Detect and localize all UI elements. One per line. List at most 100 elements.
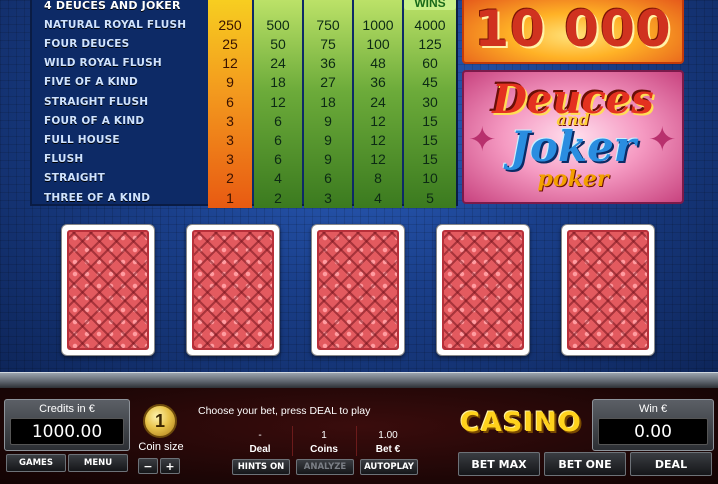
- deal-value: -: [258, 430, 262, 441]
- credits-label: Credits in €: [39, 403, 95, 415]
- payout-value: 750: [316, 16, 340, 33]
- deal-button[interactable]: DEAL: [630, 452, 712, 476]
- payout-value: 8: [374, 170, 382, 187]
- payout-value: 3: [226, 131, 234, 148]
- hand-name: WILD ROYAL FLUSH: [44, 57, 162, 70]
- payout-value: 500: [266, 16, 290, 33]
- payout-value: 4000: [414, 16, 446, 33]
- payout-value: 36: [320, 55, 336, 72]
- payout-value: 9: [324, 112, 332, 129]
- payout-value: 100: [366, 35, 390, 52]
- card-slot-3[interactable]: [311, 224, 405, 356]
- payout-value: 3: [324, 189, 332, 206]
- payout-value: 6: [274, 131, 282, 148]
- payout-value: 18: [320, 93, 336, 110]
- divider: [356, 426, 357, 456]
- payout-value: 9: [324, 131, 332, 148]
- payout-value: 2: [226, 170, 234, 187]
- jackpot-value: 10 000: [474, 0, 672, 58]
- credits-display: 1000.00: [10, 418, 124, 445]
- payout-value: 30: [422, 93, 438, 110]
- bet-label: Bet €: [375, 444, 401, 455]
- payout-value: 250: [218, 16, 242, 33]
- payout-value: 3: [226, 112, 234, 129]
- card-back: [192, 230, 274, 350]
- coin-size-decrease-button[interactable]: −: [138, 458, 158, 474]
- bet-one-button[interactable]: BET ONE: [544, 452, 626, 476]
- coins-label: Coins: [310, 444, 338, 455]
- payout-value: 6: [226, 93, 234, 110]
- hand-name: STRAIGHT FLUSH: [44, 95, 149, 108]
- payout-value: 36: [370, 74, 386, 91]
- payout-value: 9: [324, 151, 332, 168]
- payout-value: 1000: [362, 16, 394, 33]
- coin-size-label: Coin size: [138, 441, 184, 453]
- card-slot-5[interactable]: [561, 224, 655, 356]
- payout-value: 18: [270, 74, 286, 91]
- payout-value: 25: [222, 35, 238, 52]
- hand-name: FLUSH: [44, 153, 84, 166]
- hand-name: FIVE OF A KIND: [44, 76, 138, 89]
- paytable-row: FOUR OF A KIND 3 6 9 12 15: [32, 111, 456, 130]
- paytable-row: THREE OF A KIND 1 2 3 4 5: [32, 188, 456, 207]
- payout-value: 12: [222, 55, 238, 72]
- payout-value: 12: [370, 151, 386, 168]
- payout-value: 6: [324, 170, 332, 187]
- table-rail: [0, 372, 718, 388]
- hand-name: FULL HOUSE: [44, 133, 120, 146]
- payout-value: 50: [270, 35, 286, 52]
- logo-word-joker: Joker: [510, 122, 636, 171]
- payout-value: 9: [226, 74, 234, 91]
- card-back: [567, 230, 649, 350]
- payout-value: 24: [270, 55, 286, 72]
- paytable-row: FIVE OF A KIND 9 18 27 36 45: [32, 73, 456, 92]
- payout-value: 45: [422, 74, 438, 91]
- coins-value: 1: [321, 430, 327, 441]
- payout-value: 2: [274, 189, 282, 206]
- payout-value: 27: [320, 74, 336, 91]
- hand-name: FOUR OF A KIND: [44, 114, 145, 127]
- hints-toggle-button[interactable]: HINTS ON: [232, 459, 290, 475]
- payout-value: 3: [226, 151, 234, 168]
- paytable-title-row: 4 DEUCES AND JOKER: [32, 0, 456, 15]
- payout-value: 15: [422, 131, 438, 148]
- bet-value: 1.00: [378, 430, 398, 441]
- payout-value: 15: [422, 151, 438, 168]
- payout-value: 12: [370, 112, 386, 129]
- payout-value: 15: [422, 112, 438, 129]
- payout-value: 12: [270, 93, 286, 110]
- win-label: Win €: [638, 403, 668, 415]
- card-slot-4[interactable]: [436, 224, 530, 356]
- menu-button[interactable]: MENU: [68, 454, 128, 472]
- hand-name: THREE OF A KIND: [44, 191, 151, 204]
- card-back: [317, 230, 399, 350]
- paytable: WINS 4 DEUCES AND JOKER NATURAL ROYAL FL…: [30, 0, 458, 208]
- payout-value: 60: [422, 55, 438, 72]
- payout-value: 75: [320, 35, 336, 52]
- payout-value: 12: [370, 131, 386, 148]
- payout-value: 4: [274, 170, 282, 187]
- coin-size-badge: 1: [143, 404, 177, 438]
- payout-value: 24: [370, 93, 386, 110]
- paytable-row: FOUR DEUCES 25 50 75 100 125: [32, 34, 456, 53]
- card-slot-2[interactable]: [186, 224, 280, 356]
- paytable-row: FLUSH 3 6 9 12 15: [32, 150, 456, 169]
- paytable-row: WILD ROYAL FLUSH 12 24 36 48 60: [32, 54, 456, 73]
- analyze-button[interactable]: ANALYZE: [296, 459, 354, 475]
- game-logo: ✦ ✦ Deuces and Joker poker: [462, 70, 684, 204]
- casino-logo: CASINO: [460, 406, 582, 438]
- card-back: [442, 230, 524, 350]
- hand-name: STRAIGHT: [44, 172, 106, 185]
- card-back: [67, 230, 149, 350]
- autoplay-button[interactable]: AUTOPLAY: [360, 459, 418, 475]
- status-message: Choose your bet, press DEAL to play: [198, 405, 371, 417]
- coin-size-increase-button[interactable]: +: [160, 458, 180, 474]
- card-slot-1[interactable]: [61, 224, 155, 356]
- payout-value: 48: [370, 55, 386, 72]
- payout-value: 125: [418, 35, 442, 52]
- bet-max-button[interactable]: BET MAX: [458, 452, 540, 476]
- divider: [292, 426, 293, 456]
- games-button[interactable]: GAMES: [6, 454, 66, 472]
- hand-name: FOUR DEUCES: [44, 37, 130, 50]
- paytable-row: STRAIGHT 2 4 6 8 10: [32, 169, 456, 188]
